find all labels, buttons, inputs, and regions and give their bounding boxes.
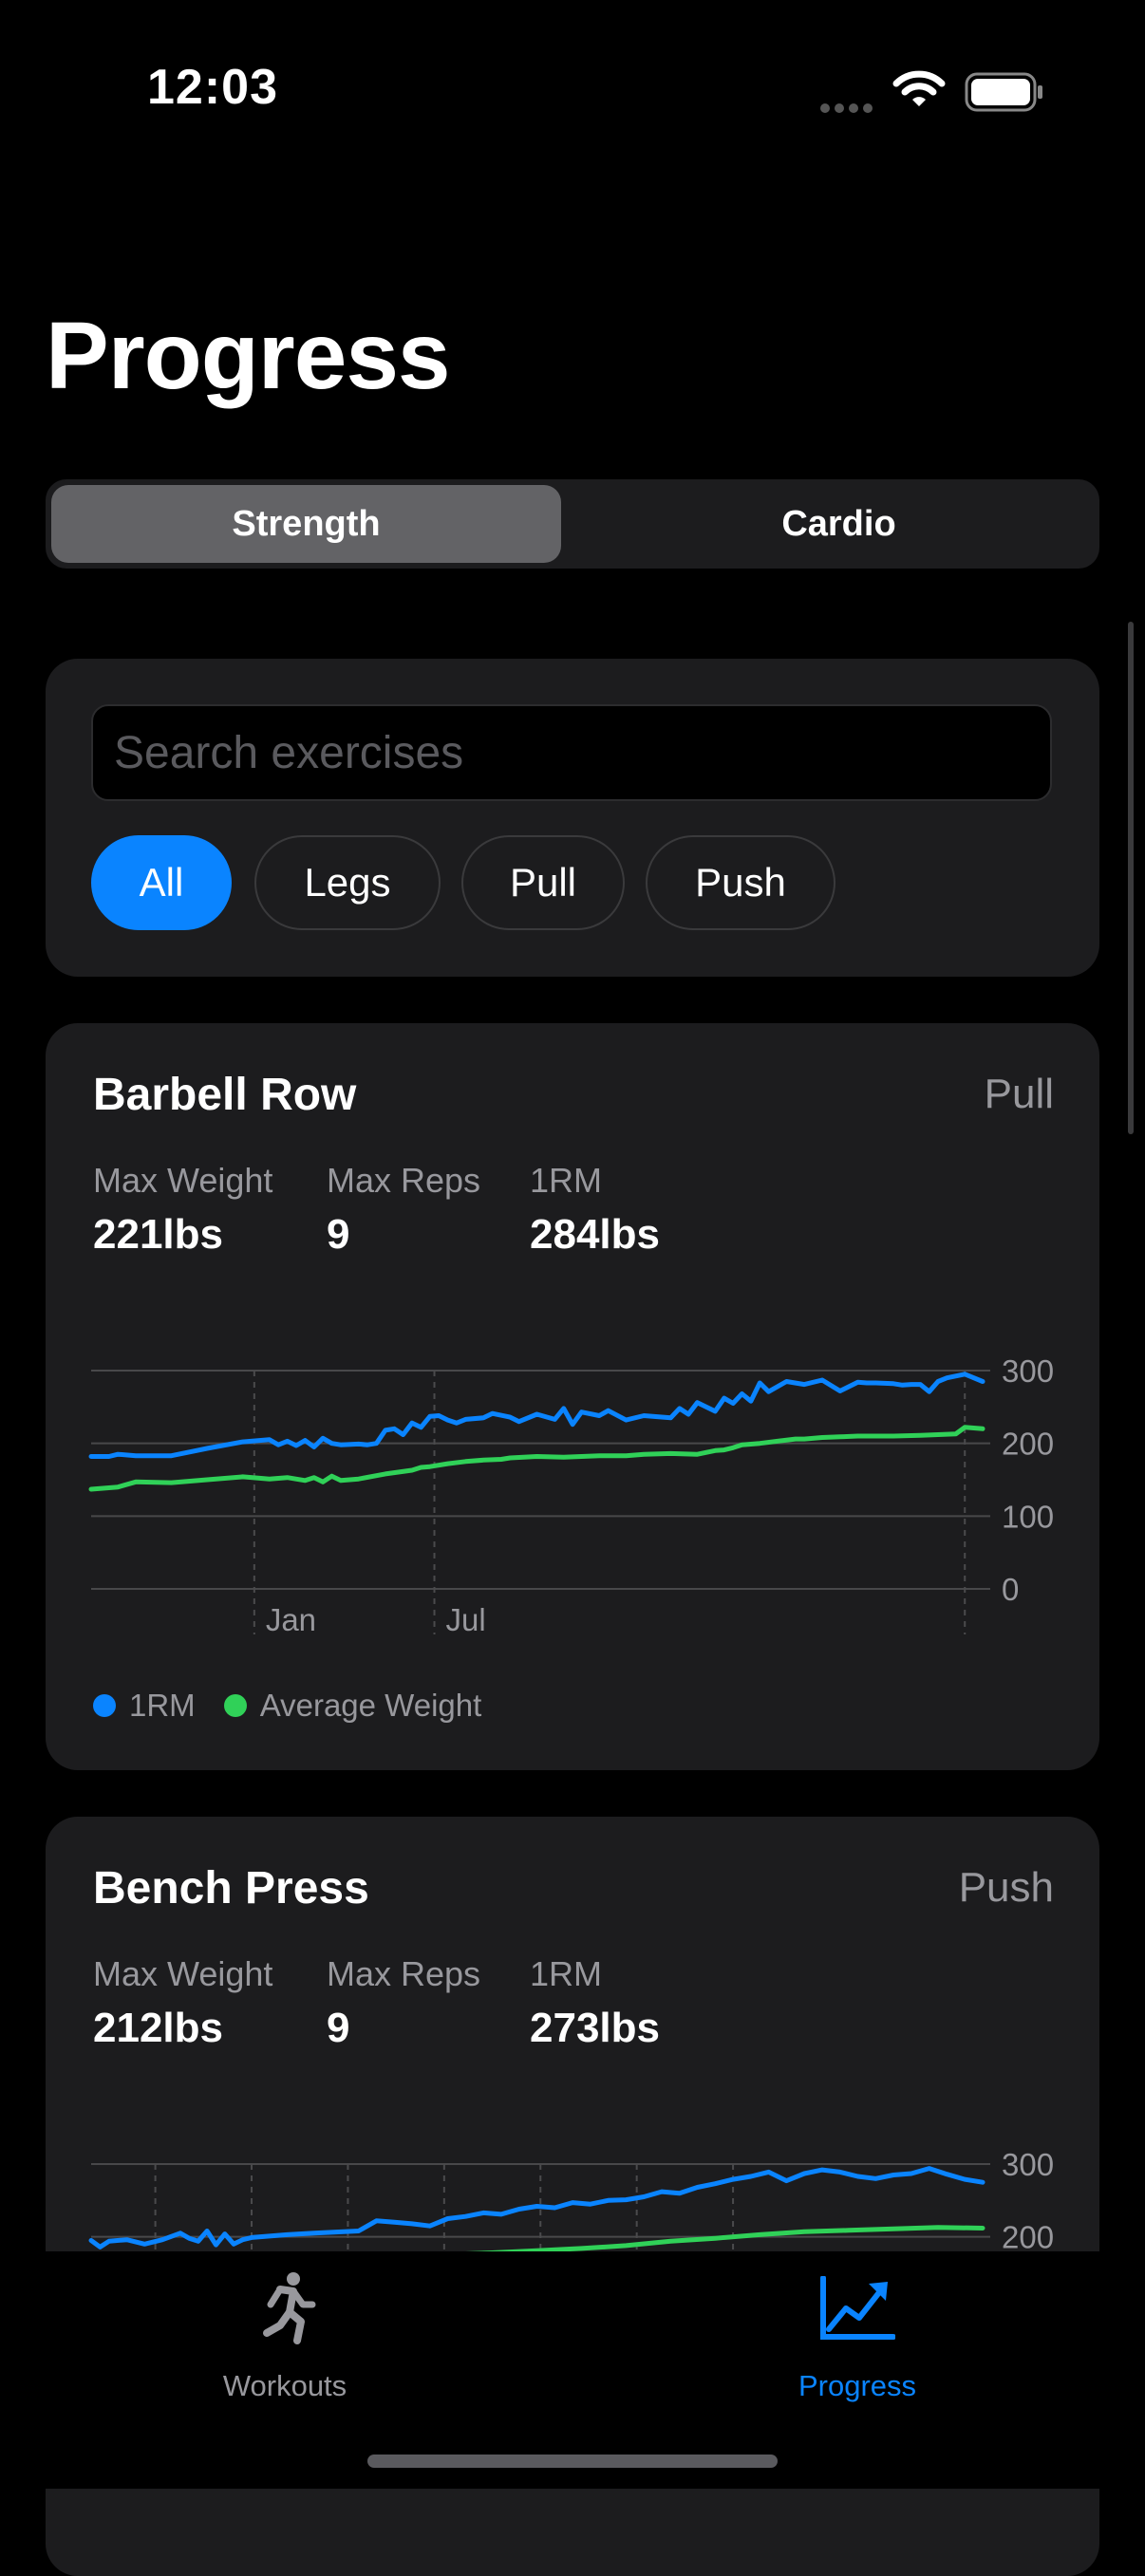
legend-dot-average-weight (223, 1694, 247, 1717)
filter-chip-legs[interactable]: Legs (254, 835, 441, 930)
stat-label-1rm: 1RM (530, 1161, 603, 1200)
filter-chip-all[interactable]: All (91, 835, 232, 930)
filter-card: All Legs Pull Push (46, 659, 1099, 977)
home-indicator (367, 2455, 778, 2468)
exercise-category: Push (958, 1864, 1054, 1911)
stat-value-max-weight: 221lbs (93, 1211, 223, 1258)
stat-label-max-weight: Max Weight (93, 1954, 273, 1993)
stat-label-max-reps: Max Reps (327, 1161, 481, 1200)
y-tick-label: 200 (1002, 1427, 1054, 1462)
running-figure-icon (263, 2272, 316, 2344)
wifi-icon (892, 70, 946, 113)
chart-line-uptrend-icon (820, 2276, 895, 2340)
series-line-1rm (88, 2166, 985, 2249)
x-tick-label: Jan (266, 1602, 316, 1637)
cellular-signal-icon (820, 101, 877, 118)
exercise-name: Bench Press (93, 1863, 369, 1913)
y-tick-label: 200 (1002, 2220, 1054, 2255)
tab-label-progress: Progress (798, 2369, 917, 2402)
segment-strength[interactable]: Strength (51, 485, 561, 563)
progress-chart: 300 200 100 0 Jan Jul (88, 1353, 1054, 1637)
stat-value-1rm: 284lbs (530, 1211, 660, 1258)
scroll-indicator[interactable] (1128, 622, 1134, 1134)
series-line-average-weight (88, 1425, 985, 1492)
y-tick-label: 100 (1002, 1499, 1054, 1534)
stat-value-max-weight: 212lbs (93, 2005, 223, 2051)
strength-cardio-segmented-control[interactable]: Strength Cardio (46, 479, 1099, 569)
stat-label-max-reps: Max Reps (327, 1954, 481, 1993)
x-tick-label: Jul (446, 1602, 486, 1637)
stat-value-1rm: 273lbs (530, 2005, 660, 2051)
exercise-name: Barbell Row (93, 1070, 357, 1120)
y-tick-label: 300 (1002, 1353, 1054, 1389)
page-title: Progress (46, 303, 451, 409)
legend-dot-1rm (93, 1694, 116, 1717)
tab-bar: Workouts Progress (0, 2251, 1145, 2489)
segment-cardio[interactable]: Cardio (584, 485, 1094, 563)
legend-label-1rm: 1RM (129, 1688, 196, 1723)
legend-label-average-weight: Average Weight (259, 1688, 482, 1723)
chart-legend: 1RM Average Weight (93, 1688, 510, 1724)
filter-chip-push[interactable]: Push (646, 835, 835, 930)
stat-value-max-reps: 9 (327, 2005, 350, 2051)
battery-icon (965, 72, 1044, 117)
exercise-category: Pull (984, 1071, 1054, 1117)
stat-label-max-weight: Max Weight (93, 1161, 273, 1200)
tab-label-workouts: Workouts (222, 2369, 347, 2402)
y-tick-label: 300 (1002, 2147, 1054, 2182)
filter-chip-pull[interactable]: Pull (461, 835, 625, 930)
y-tick-label: 0 (1002, 1572, 1019, 1607)
stat-value-max-reps: 9 (327, 1211, 350, 1258)
search-input[interactable] (91, 704, 1052, 801)
status-time: 12:03 (147, 60, 278, 115)
exercise-card-barbell-row[interactable]: Barbell Row Pull Max Weight Max Reps 1RM… (46, 1023, 1099, 1770)
stat-label-1rm: 1RM (530, 1954, 603, 1993)
